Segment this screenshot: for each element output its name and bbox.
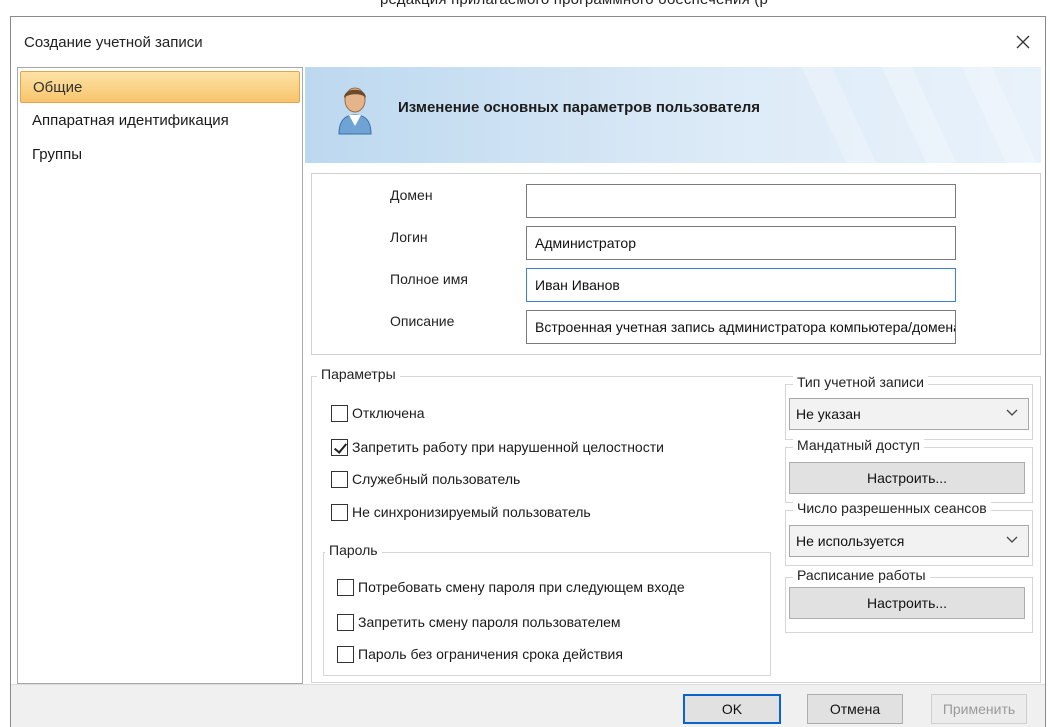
parameters-legend: Параметры xyxy=(317,366,400,382)
account-type-legend: Тип учетной записи xyxy=(793,374,928,390)
no-expiry-checkbox[interactable] xyxy=(337,645,354,663)
sessions-select[interactable]: Не используется xyxy=(789,525,1029,557)
mandatory-access-configure-button[interactable]: Настроить... xyxy=(789,462,1025,494)
require-change-label: Потребовать смену пароля при следующем в… xyxy=(358,579,685,595)
header-banner: Изменение основных параметров пользовате… xyxy=(305,67,1041,163)
mandatory-access-legend: Мандатный доступ xyxy=(793,437,925,453)
title-bar: Создание учетной записи xyxy=(11,17,1045,67)
description-label: Описание xyxy=(390,313,455,329)
forbid-change-checkbox-row[interactable]: Запретить смену пароля пользователем xyxy=(337,611,621,633)
apply-button[interactable]: Применить xyxy=(931,694,1027,724)
domain-label: Домен xyxy=(390,187,433,203)
service-user-label: Служебный пользователь xyxy=(352,471,521,487)
disabled-checkbox[interactable] xyxy=(331,404,348,422)
login-field[interactable]: Администратор xyxy=(526,226,956,260)
background-cropped-text: редакция прилагаемого программного обесп… xyxy=(0,0,1050,16)
require-change-checkbox[interactable] xyxy=(337,578,354,596)
disabled-checkbox-row[interactable]: Отключена xyxy=(331,402,425,424)
cancel-button[interactable]: Отмена xyxy=(807,694,903,724)
sidebar-item-label: Аппаратная идентификация xyxy=(32,112,229,129)
account-type-value: Не указан xyxy=(796,406,861,422)
sidebar-item-label: Общие xyxy=(33,79,83,96)
chevron-down-icon xyxy=(1006,409,1018,416)
nosync-checkbox-row[interactable]: Не синхронизируемый пользователь xyxy=(331,501,591,523)
domain-field[interactable] xyxy=(526,184,956,218)
banner-title: Изменение основных параметров пользовате… xyxy=(398,99,761,116)
no-expiry-checkbox-row[interactable]: Пароль без ограничения срока действия xyxy=(337,643,623,665)
nosync-checkbox[interactable] xyxy=(331,503,348,521)
login-label: Логин xyxy=(390,229,428,245)
chevron-down-icon xyxy=(1006,536,1018,543)
cropped-text: редакция прилагаемого программного обесп… xyxy=(380,0,768,8)
password-legend: Пароль xyxy=(325,542,382,558)
sessions-value: Не используется xyxy=(796,533,905,549)
close-button[interactable] xyxy=(1005,25,1041,59)
account-fields: Домен Логин Администратор Полное имя Ива… xyxy=(311,173,1041,355)
sidebar-item-groups[interactable]: Группы xyxy=(20,139,300,171)
fullname-field[interactable]: Иван Иванов xyxy=(526,268,956,302)
sessions-legend: Число разрешенных сеансов xyxy=(793,500,991,516)
fullname-label: Полное имя xyxy=(390,271,468,287)
integrity-label: Запретить работу при нарушенной целостно… xyxy=(352,439,664,455)
forbid-change-checkbox[interactable] xyxy=(337,613,354,631)
no-expiry-label: Пароль без ограничения срока действия xyxy=(358,646,623,662)
integrity-checkbox-row[interactable]: Запретить работу при нарушенной целостно… xyxy=(331,436,664,458)
ok-button[interactable]: OK xyxy=(683,694,781,724)
description-field[interactable]: Встроенная учетная запись администратора… xyxy=(526,310,956,344)
create-account-dialog: Создание учетной записи Общие Аппаратная… xyxy=(10,16,1046,727)
sidebar-item-label: Группы xyxy=(32,146,82,163)
account-type-select[interactable]: Не указан xyxy=(789,398,1029,430)
service-user-checkbox-row[interactable]: Служебный пользователь xyxy=(331,468,520,490)
integrity-checkbox[interactable] xyxy=(331,438,348,456)
sidebar-item-hardware-id[interactable]: Аппаратная идентификация xyxy=(20,105,300,137)
sidebar: Общие Аппаратная идентификация Группы xyxy=(17,67,303,684)
disabled-label: Отключена xyxy=(352,405,425,421)
nosync-label: Не синхронизируемый пользователь xyxy=(352,504,591,520)
sidebar-item-general[interactable]: Общие xyxy=(20,71,300,103)
user-icon xyxy=(338,87,372,135)
dialog-footer: OK Отмена Применить xyxy=(11,684,1045,727)
forbid-change-label: Запретить смену пароля пользователем xyxy=(358,614,621,630)
close-icon xyxy=(1016,35,1030,49)
require-change-checkbox-row[interactable]: Потребовать смену пароля при следующем в… xyxy=(337,576,685,598)
content-panel: Изменение основных параметров пользовате… xyxy=(305,67,1041,684)
service-user-checkbox[interactable] xyxy=(331,470,348,488)
schedule-configure-button[interactable]: Настроить... xyxy=(789,587,1025,619)
schedule-legend: Расписание работы xyxy=(793,567,930,583)
window-title: Создание учетной записи xyxy=(24,34,203,51)
